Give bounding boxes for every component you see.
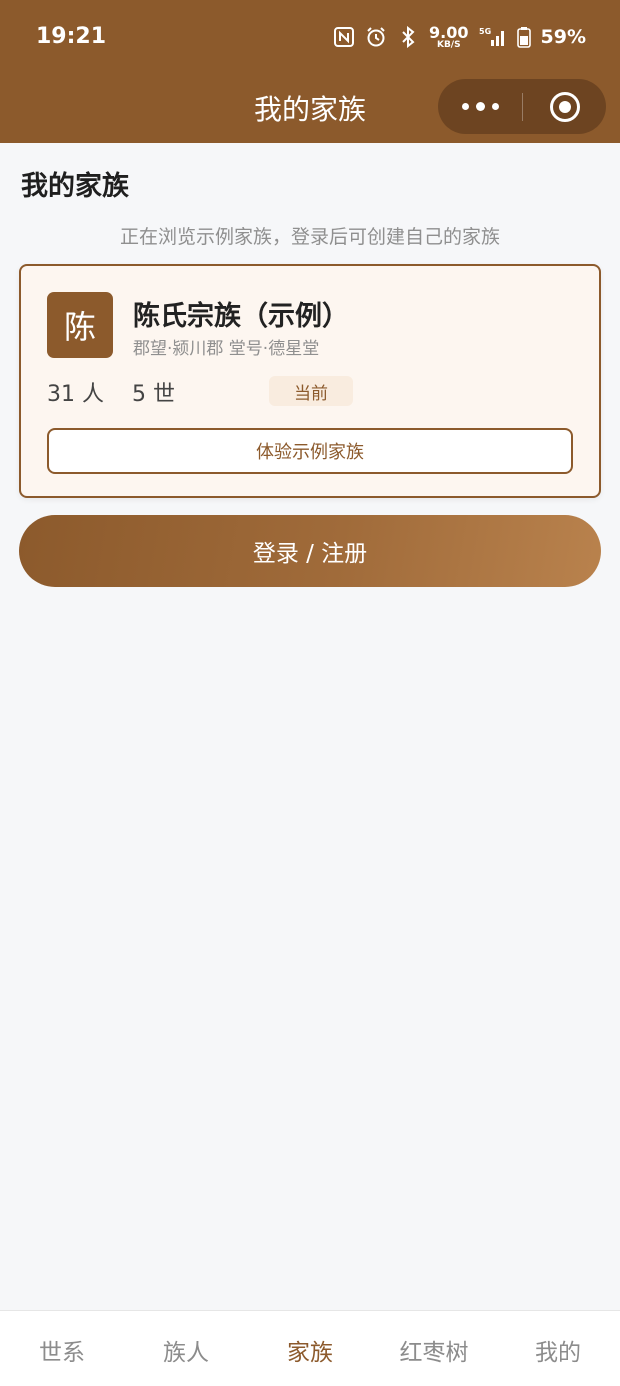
more-dot-icon (475, 102, 485, 111)
page-title: 我的家族 (21, 171, 129, 202)
bottom-tab-bar: 世系 族人 家族 红枣树 我的 (0, 1310, 620, 1386)
net-speed: 9.00 KB/S (429, 22, 469, 50)
more-dot-icon (491, 103, 499, 110)
current-badge: 当前 (269, 376, 353, 406)
tab-mine[interactable]: 我的 (496, 1331, 620, 1367)
nfc-icon (333, 26, 355, 48)
clan-avatar: 陈 (47, 292, 113, 358)
clan-name: 陈氏宗族（示例） (133, 301, 349, 332)
alarm-icon (365, 26, 387, 48)
signal-icon: 5G (479, 26, 507, 48)
top-bar: 19:21 9.00 KB/S 5G 59% 我的家族 (0, 0, 620, 143)
tab-jujube-tree[interactable]: 红枣树 (372, 1331, 496, 1367)
status-icons: 9.00 KB/S 5G 59% (333, 22, 586, 52)
more-dot-icon (461, 103, 469, 110)
miniprogram-capsule (438, 79, 606, 134)
target-icon (549, 91, 580, 122)
login-register-button[interactable]: 登录 / 注册 (19, 515, 601, 587)
close-miniprogram-button[interactable] (523, 79, 606, 134)
clan-stats: 31 人 5 世 (47, 376, 175, 408)
clan-people-count: 31 人 (47, 382, 104, 407)
clan-meta: 郡望·颍川郡 堂号·德星堂 (133, 339, 320, 359)
bluetooth-icon (397, 26, 419, 48)
tab-family[interactable]: 家族 (248, 1331, 372, 1367)
battery-percent: 59% (540, 26, 586, 48)
more-menu-button[interactable] (438, 79, 522, 134)
net-speed-unit: KB/S (436, 39, 461, 50)
clan-generations-count: 5 世 (132, 382, 175, 407)
net-speed-value: 9.00 (429, 22, 469, 42)
battery-icon (516, 26, 531, 48)
svg-text:5G: 5G (479, 27, 491, 36)
tab-lineage[interactable]: 世系 (0, 1331, 124, 1367)
tab-members[interactable]: 族人 (124, 1331, 248, 1367)
try-example-button[interactable]: 体验示例家族 (47, 428, 573, 474)
guest-notice: 正在浏览示例家族，登录后可创建自己的家族 (119, 226, 500, 248)
status-time: 19:21 (36, 24, 107, 49)
clan-card[interactable]: 陈 陈氏宗族（示例） 郡望·颍川郡 堂号·德星堂 31 人 5 世 当前 体验示… (19, 264, 601, 498)
